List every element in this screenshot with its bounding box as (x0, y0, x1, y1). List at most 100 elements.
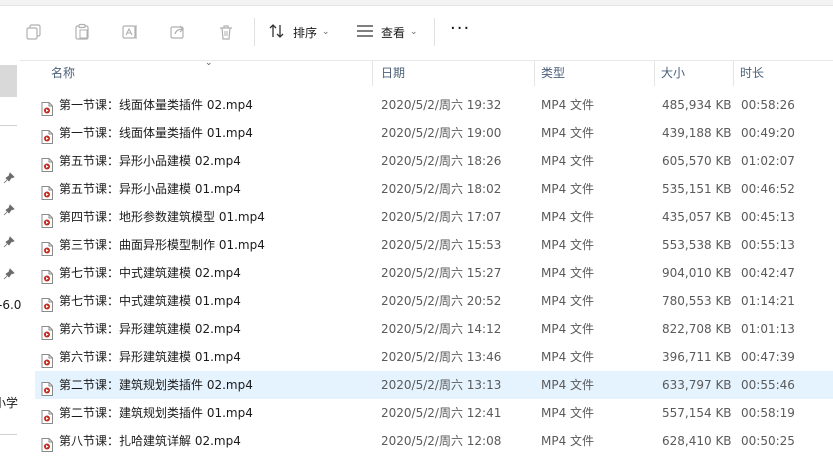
file-date: 2020/5/2/周六 12:41 (381, 406, 502, 420)
sort-button[interactable]: 排序 ⌄ (268, 18, 330, 46)
sort-label: 排序 (293, 25, 318, 40)
file-row[interactable]: 第七节课：中式建筑建模 01.mp4 2020/5/2/周六 20:52 MP4 文… (35, 287, 833, 315)
file-type: MP4 文件 (541, 378, 595, 392)
rename-icon[interactable] (118, 20, 142, 44)
file-date: 2020/5/2/周六 18:26 (381, 154, 502, 168)
file-name: 第五节课：异形小品建模 02.mp4 (59, 154, 241, 168)
file-size: 535,151 KB (662, 182, 732, 196)
nav-item-label-fragment[interactable]: -6.0 (0, 298, 21, 312)
more-options-button[interactable]: ··· (450, 20, 470, 38)
chevron-down-icon: ⌄ (410, 27, 418, 37)
video-file-icon (41, 154, 53, 172)
video-file-icon (41, 294, 53, 312)
file-name: 第七节课：中式建筑建模 02.mp4 (59, 266, 241, 280)
file-size: 628,410 KB (662, 434, 732, 448)
video-file-icon (41, 238, 53, 256)
view-label: 查看 (381, 25, 406, 40)
file-size: 904,010 KB (662, 266, 732, 280)
file-date: 2020/5/2/周六 20:52 (381, 294, 502, 308)
paste-icon[interactable] (70, 20, 94, 44)
column-divider[interactable] (733, 60, 734, 86)
video-file-icon (41, 322, 53, 340)
file-name: 第六节课：异形建筑建模 01.mp4 (59, 350, 241, 364)
file-row[interactable]: 第四节课：地形参数建筑模型 01.mp4 2020/5/2/周六 17:07 MP4… (35, 203, 833, 231)
column-header-size[interactable]: 大小 (661, 60, 731, 86)
file-date: 2020/5/2/周六 18:02 (381, 182, 502, 196)
video-file-icon (41, 434, 53, 452)
column-header-type[interactable]: 类型 (541, 60, 651, 86)
command-bar: 排序 ⌄ 查看 ⌄ ··· (0, 0, 833, 61)
column-header-date[interactable]: 日期 (381, 60, 531, 86)
view-list-icon (356, 24, 374, 41)
nav-item-label-fragment[interactable]: 小学 (0, 394, 18, 411)
file-type: MP4 文件 (541, 322, 595, 336)
file-date: 2020/5/2/周六 19:32 (381, 98, 502, 112)
column-header-name[interactable]: 名称 (51, 60, 371, 86)
video-file-icon (41, 406, 53, 424)
file-row[interactable]: 第八节课：扎哈建筑详解 02.mp4 2020/5/2/周六 12:08 MP4 文… (35, 427, 833, 455)
file-size: 780,553 KB (662, 294, 732, 308)
pin-icon (3, 172, 15, 184)
column-divider[interactable] (654, 60, 655, 86)
file-row[interactable]: 第一节课：线面体量类插件 02.mp4 2020/5/2/周六 19:32 MP4 … (35, 91, 833, 119)
nav-divider (0, 125, 17, 126)
pin-icon (3, 268, 15, 280)
file-row[interactable]: 第二节课：建筑规划类插件 02.mp4 2020/5/2/周六 13:13 MP4 … (35, 371, 833, 399)
toolbar-separator (434, 18, 435, 46)
file-duration: 00:45:13 (741, 210, 795, 224)
file-name: 第二节课：建筑规划类插件 01.mp4 (59, 406, 253, 420)
pin-icon (3, 236, 15, 248)
video-file-icon (41, 210, 53, 228)
sort-icon (268, 23, 286, 42)
file-row[interactable]: 第七节课：中式建筑建模 02.mp4 2020/5/2/周六 15:27 MP4 文… (35, 259, 833, 287)
file-type: MP4 文件 (541, 98, 595, 112)
delete-icon[interactable] (214, 20, 238, 44)
file-size: 439,188 KB (662, 126, 732, 140)
file-duration: 00:42:47 (741, 266, 795, 280)
video-file-icon (41, 182, 53, 200)
column-header-duration[interactable]: 时长 (740, 60, 830, 86)
view-button[interactable]: 查看 ⌄ (356, 18, 418, 46)
file-duration: 00:47:39 (741, 350, 795, 364)
video-file-icon (41, 98, 53, 116)
file-name: 第四节课：地形参数建筑模型 01.mp4 (59, 210, 265, 224)
file-row[interactable]: 第五节课：异形小品建模 01.mp4 2020/5/2/周六 18:02 MP4 文… (35, 175, 833, 203)
video-file-icon (41, 266, 53, 284)
file-type: MP4 文件 (541, 350, 595, 364)
share-icon[interactable] (166, 20, 190, 44)
file-type: MP4 文件 (541, 266, 595, 280)
file-row[interactable]: 第二节课：建筑规划类插件 01.mp4 2020/5/2/周六 12:41 MP4 … (35, 399, 833, 427)
video-file-icon (41, 350, 53, 368)
file-row[interactable]: 第一节课：线面体量类插件 01.mp4 2020/5/2/周六 19:00 MP4 … (35, 119, 833, 147)
file-duration: 01:01:13 (741, 322, 795, 336)
file-size: 553,538 KB (662, 238, 732, 252)
nav-divider (0, 434, 17, 435)
file-row[interactable]: 第六节课：异形建筑建模 01.mp4 2020/5/2/周六 13:46 MP4 文… (35, 343, 833, 371)
column-divider[interactable] (534, 60, 535, 86)
file-type: MP4 文件 (541, 154, 595, 168)
pin-icon (3, 204, 15, 216)
file-type: MP4 文件 (541, 182, 595, 196)
file-row[interactable]: 第六节课：异形建筑建模 02.mp4 2020/5/2/周六 14:12 MP4 文… (35, 315, 833, 343)
toolbar-separator (254, 18, 255, 46)
file-row[interactable]: 第五节课：异形小品建模 02.mp4 2020/5/2/周六 18:26 MP4 文… (35, 147, 833, 175)
file-row[interactable]: 第三节课：曲面异形模型制作 01.mp4 2020/5/2/周六 15:53 MP4… (35, 231, 833, 259)
file-name: 第三节课：曲面异形模型制作 01.mp4 (59, 238, 265, 252)
file-size: 605,570 KB (662, 154, 732, 168)
copy-icon[interactable] (22, 20, 46, 44)
column-divider[interactable] (372, 60, 373, 86)
nav-item-selected[interactable] (0, 65, 17, 97)
window-top-edge (0, 0, 833, 6)
file-duration: 00:50:25 (741, 434, 795, 448)
file-name: 第一节课：线面体量类插件 01.mp4 (59, 126, 253, 140)
file-duration: 01:14:21 (741, 294, 795, 308)
file-duration: 00:58:19 (741, 406, 795, 420)
file-name: 第一节课：线面体量类插件 02.mp4 (59, 98, 253, 112)
file-date: 2020/5/2/周六 13:46 (381, 350, 502, 364)
file-date: 2020/5/2/周六 12:08 (381, 434, 502, 448)
column-header-row: ⌄ 名称 日期 类型 大小 时长 (35, 58, 833, 86)
file-type: MP4 文件 (541, 210, 595, 224)
file-size: 633,797 KB (662, 378, 732, 392)
file-name: 第六节课：异形建筑建模 02.mp4 (59, 322, 241, 336)
file-type: MP4 文件 (541, 238, 595, 252)
